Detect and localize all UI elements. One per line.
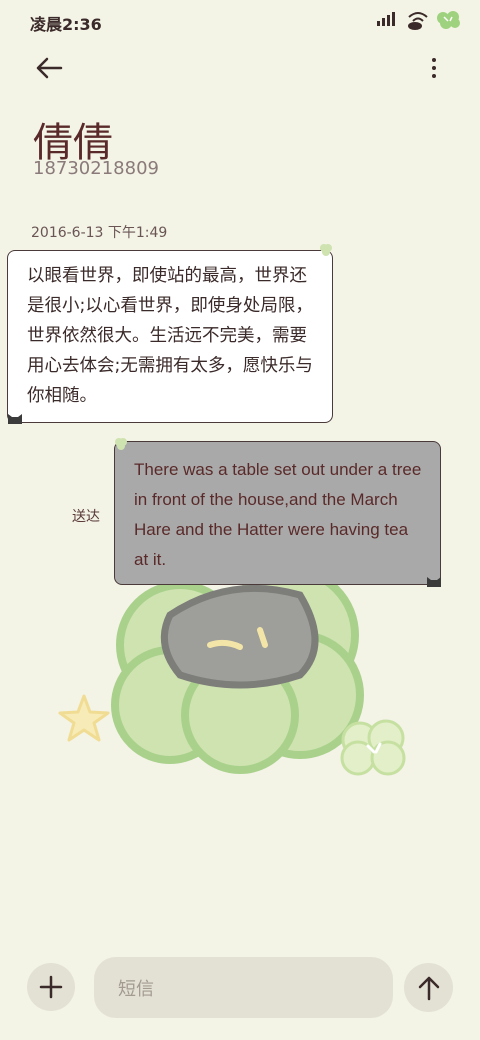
- add-attachment-button[interactable]: [27, 963, 75, 1011]
- message-timestamp: 2016-6-13 下午1:49: [31, 225, 168, 241]
- battery-icon: [437, 11, 460, 29]
- status-icons: [376, 8, 464, 30]
- cat-corner-icon: [8, 414, 22, 424]
- cat-corner-icon: [427, 577, 441, 587]
- received-message-bubble[interactable]: 以眼看世界，即使站的最高，世界还是很小;以心看世界，即使身处局限，世界依然很大。…: [7, 250, 333, 423]
- status-time: 凌晨2:36: [30, 15, 102, 34]
- sms-input[interactable]: 短信: [94, 957, 393, 1018]
- clover-corner-icon: [115, 438, 127, 450]
- signal-icon: [377, 12, 395, 26]
- arrow-up-icon: [418, 976, 439, 1000]
- back-button[interactable]: [28, 50, 70, 86]
- plus-icon: [39, 975, 63, 999]
- star-decoration: [58, 694, 110, 742]
- clover-corner-icon: [320, 244, 332, 256]
- sent-message-bubble[interactable]: There was a table set out under a tree i…: [114, 441, 441, 585]
- wifi-icon: [408, 12, 428, 30]
- received-message-text: 以眼看世界，即使站的最高，世界还是很小;以心看世界，即使身处局限，世界依然很大。…: [27, 266, 313, 406]
- more-vertical-icon: [432, 58, 436, 62]
- small-clover-decoration: [340, 719, 406, 776]
- contact-number: 18730218809: [33, 158, 159, 179]
- more-options-button[interactable]: [426, 54, 442, 82]
- delivered-status: 送达: [72, 509, 100, 525]
- arrow-left-icon: [36, 57, 63, 79]
- sms-input-placeholder: 短信: [118, 978, 154, 1000]
- sent-message-text: There was a table set out under a tree i…: [134, 460, 422, 569]
- send-button[interactable]: [404, 963, 453, 1012]
